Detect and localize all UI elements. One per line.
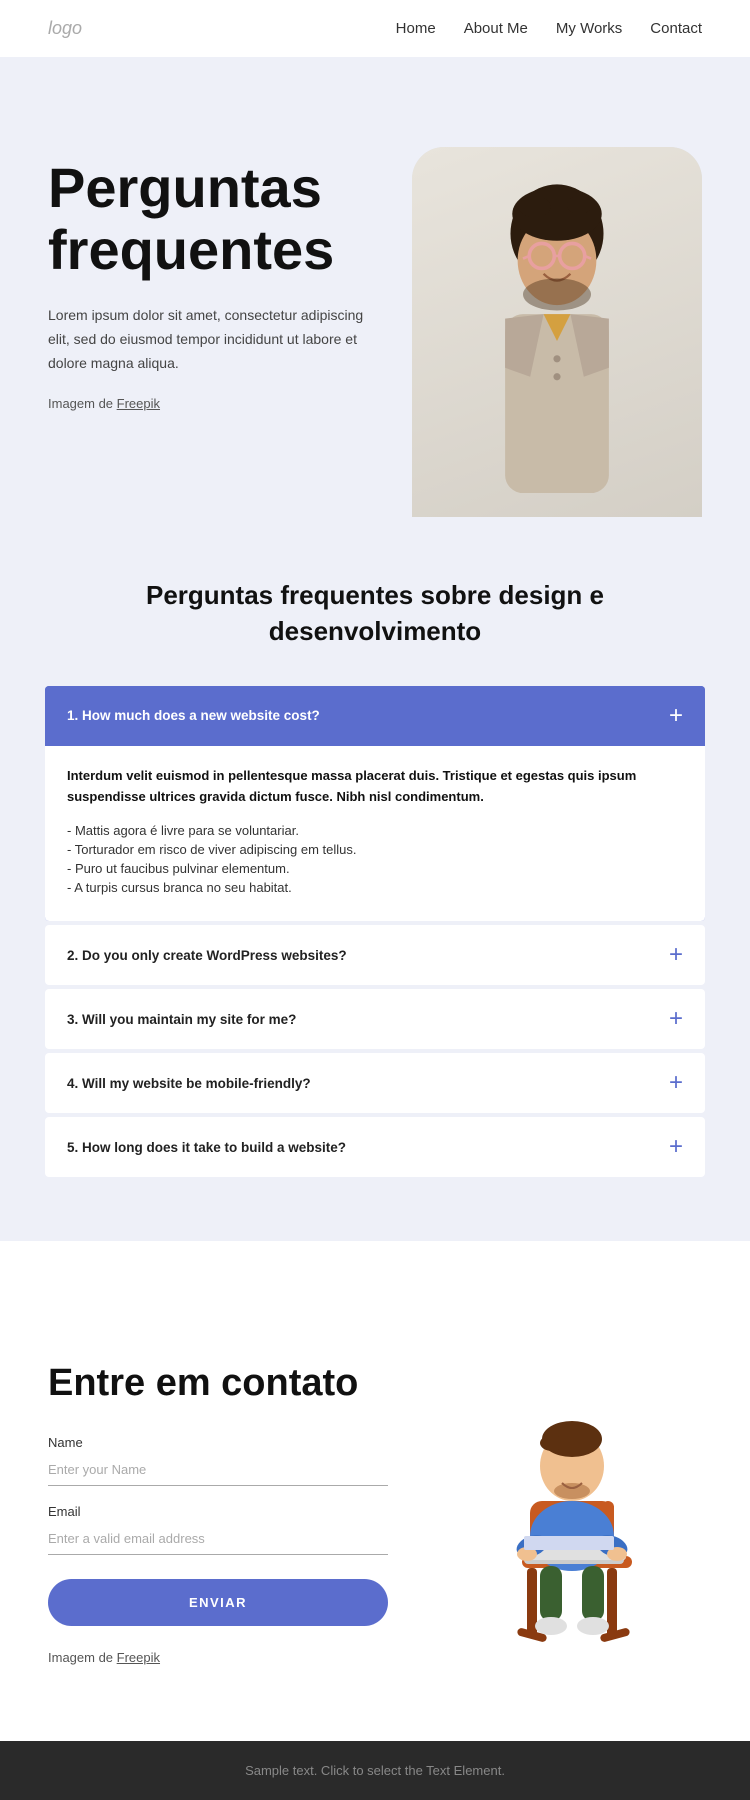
hero-credit-link[interactable]: Freepik [117, 396, 160, 411]
faq-section-title: Perguntas frequentes sobre design e dese… [125, 577, 625, 650]
name-input[interactable] [48, 1454, 388, 1486]
faq-question-1: 1. How much does a new website cost? [67, 708, 320, 723]
name-field-group: Name [48, 1435, 388, 1486]
nav-contact[interactable]: Contact [650, 20, 702, 37]
email-label: Email [48, 1504, 388, 1519]
person-svg [437, 162, 677, 502]
faq-header-2[interactable]: 2. Do you only create WordPress websites… [45, 925, 705, 985]
faq-item-3: 3. Will you maintain my site for me? + [45, 989, 705, 1049]
faq-answer-list-1: Mattis agora é livre para se voluntariar… [67, 821, 683, 897]
hero-person-illustration [412, 147, 702, 517]
faq-list: 1. How much does a new website cost? + I… [45, 686, 705, 1178]
hero-image [412, 147, 702, 517]
faq-plus-icon-5: + [669, 1135, 683, 1159]
nav-links: Home About Me My Works Contact [396, 20, 702, 38]
faq-question-2: 2. Do you only create WordPress websites… [67, 948, 347, 963]
contact-illustration [442, 1361, 702, 1681]
faq-item-2: 2. Do you only create WordPress websites… [45, 925, 705, 985]
contact-section: Entre em contato Name Email ENVIAR Image… [0, 1301, 750, 1741]
section-gap [0, 1241, 750, 1301]
faq-question-4: 4. Will my website be mobile-friendly? [67, 1076, 311, 1091]
contact-title: Entre em contato [48, 1361, 388, 1407]
faq-header-3[interactable]: 3. Will you maintain my site for me? + [45, 989, 705, 1049]
hero-section: Perguntas frequentes Lorem ipsum dolor s… [0, 57, 750, 517]
email-field-group: Email [48, 1504, 388, 1555]
faq-body-1: Interdum velit euismod in pellentesque m… [45, 746, 705, 922]
contact-image-credit: Imagem de Freepik [48, 1650, 388, 1665]
faq-plus-icon-3: + [669, 1007, 683, 1031]
faq-plus-icon-4: + [669, 1071, 683, 1095]
footer-text: Sample text. Click to select the Text El… [16, 1763, 734, 1778]
faq-header-4[interactable]: 4. Will my website be mobile-friendly? + [45, 1053, 705, 1113]
contact-credit-link[interactable]: Freepik [117, 1650, 160, 1665]
list-item: Puro ut faucibus pulvinar elementum. [67, 859, 683, 878]
nav-about[interactable]: About Me [464, 20, 528, 37]
logo: logo [48, 18, 82, 39]
list-item: A turpis cursus branca no seu habitat. [67, 878, 683, 897]
faq-header-1[interactable]: 1. How much does a new website cost? + [45, 686, 705, 746]
faq-section: Perguntas frequentes sobre design e dese… [0, 517, 750, 1241]
nav-home[interactable]: Home [396, 20, 436, 37]
contact-form-wrap: Entre em contato Name Email ENVIAR Image… [48, 1361, 388, 1665]
faq-plus-icon-1: + [669, 704, 683, 728]
hero-title: Perguntas frequentes [48, 157, 388, 280]
faq-question-3: 3. Will you maintain my site for me? [67, 1012, 296, 1027]
name-label: Name [48, 1435, 388, 1450]
faq-header-5[interactable]: 5. How long does it take to build a webs… [45, 1117, 705, 1177]
enviar-button[interactable]: ENVIAR [48, 1579, 388, 1626]
email-input[interactable] [48, 1523, 388, 1555]
contact-person-svg [452, 1361, 692, 1681]
faq-question-5: 5. How long does it take to build a webs… [67, 1140, 346, 1155]
faq-item-4: 4. Will my website be mobile-friendly? + [45, 1053, 705, 1113]
navbar: logo Home About Me My Works Contact [0, 0, 750, 57]
hero-image-credit: Imagem de Freepik [48, 396, 388, 411]
footer: Sample text. Click to select the Text El… [0, 1741, 750, 1800]
hero-description: Lorem ipsum dolor sit amet, consectetur … [48, 304, 388, 375]
faq-answer-bold-1: Interdum velit euismod in pellentesque m… [67, 766, 683, 808]
faq-item-1: 1. How much does a new website cost? + I… [45, 686, 705, 922]
faq-plus-icon-2: + [669, 943, 683, 967]
list-item: Mattis agora é livre para se voluntariar… [67, 821, 683, 840]
nav-works[interactable]: My Works [556, 20, 622, 37]
hero-text-block: Perguntas frequentes Lorem ipsum dolor s… [48, 117, 388, 411]
list-item: Torturador em risco de viver adipiscing … [67, 840, 683, 859]
faq-item-5: 5. How long does it take to build a webs… [45, 1117, 705, 1177]
